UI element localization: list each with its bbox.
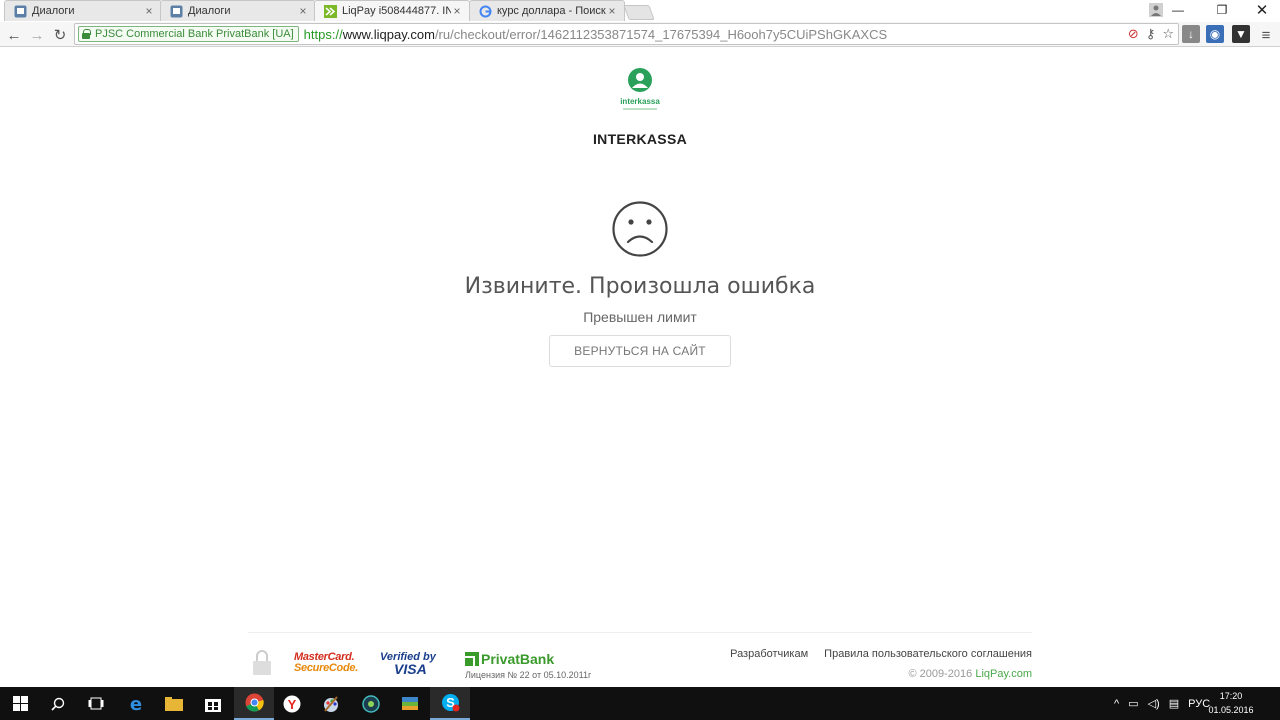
edge-browser-icon[interactable]: e bbox=[116, 687, 156, 720]
error-subtitle: Превышен лимит bbox=[583, 309, 697, 325]
padlock-icon bbox=[253, 650, 271, 675]
license-text: Лицензия № 22 от 05.10.2011г bbox=[465, 670, 592, 680]
task-view-icon[interactable] bbox=[76, 687, 116, 720]
svg-text:Y: Y bbox=[288, 697, 297, 712]
skype-icon[interactable]: S bbox=[430, 687, 470, 720]
paint-app-icon[interactable] bbox=[311, 687, 351, 720]
search-icon[interactable] bbox=[38, 687, 78, 720]
key-icon[interactable]: ⚷ bbox=[1146, 26, 1156, 42]
browser-tab[interactable]: курс доллара - Поиск в Google × bbox=[469, 0, 625, 21]
svg-text:e: e bbox=[130, 695, 142, 713]
error-title: Извините. Произошла ошибка bbox=[464, 274, 816, 299]
vbv-line2: VISA bbox=[394, 661, 427, 677]
ev-label: PJSC Commercial Bank PrivatBank [UA] bbox=[95, 28, 294, 40]
tab-title: LiqPay i508444877. INTERKASSA bbox=[342, 5, 451, 17]
privatbank-logo: PrivatBank Лицензия № 22 от 05.10.2011г bbox=[465, 651, 591, 680]
system-clock[interactable]: 17:20 01.05.2016 bbox=[1206, 689, 1256, 717]
tab-title: Диалоги bbox=[188, 5, 231, 17]
browser-tab[interactable]: Диалоги × bbox=[4, 0, 162, 21]
show-hidden-icons-icon[interactable]: ^ bbox=[1114, 698, 1119, 710]
lock-icon bbox=[82, 29, 91, 39]
privatbank-name: PrivatBank bbox=[481, 651, 555, 667]
tab-close-icon[interactable]: × bbox=[451, 4, 463, 18]
browser-tab[interactable]: Диалоги × bbox=[160, 0, 316, 21]
logo-text: interkassa bbox=[620, 97, 660, 106]
url-host: www.liqpay.com bbox=[342, 26, 435, 42]
browser-tab-active[interactable]: LiqPay i508444877. INTERKASSA × bbox=[314, 0, 470, 21]
windows-taskbar: e Y S ^ ▭ ◁) ▤ РУС 17:20 01.05.2016 bbox=[0, 687, 1280, 720]
menu-icon[interactable]: ≡ bbox=[1256, 25, 1276, 45]
bookmark-star-icon[interactable]: ☆ bbox=[1162, 26, 1174, 42]
extension-icon[interactable]: ◉ bbox=[1206, 25, 1224, 43]
clock-time: 17:20 bbox=[1219, 691, 1243, 701]
windows-start-icon[interactable] bbox=[0, 687, 40, 720]
mastercard-line2: SecureCode. bbox=[294, 662, 358, 674]
privatbank-mark-icon bbox=[465, 652, 479, 666]
app-stack-icon[interactable] bbox=[390, 687, 430, 720]
close-window-icon[interactable]: ✕ bbox=[1240, 0, 1280, 20]
vk-icon bbox=[13, 4, 27, 18]
yandex-browser-icon[interactable]: Y bbox=[272, 687, 312, 720]
tab-close-icon[interactable]: × bbox=[297, 4, 309, 18]
tab-title: курс доллара - Поиск в Google bbox=[497, 5, 606, 17]
url-path: /ru/checkout/error/1462112353871574_1767… bbox=[434, 26, 888, 42]
copyright-text: © 2009-2016 bbox=[908, 668, 976, 680]
vk-icon bbox=[169, 4, 183, 18]
url-scheme: https:// bbox=[303, 26, 343, 42]
sad-face-icon bbox=[612, 201, 668, 257]
browser-toolbar: ← → ↻ PJSC Commercial Bank PrivatBank [U… bbox=[0, 22, 1280, 47]
extension-icon[interactable]: ▼ bbox=[1232, 25, 1250, 43]
tab-close-icon[interactable]: × bbox=[606, 4, 618, 18]
battery-icon[interactable]: ▭ bbox=[1128, 697, 1138, 710]
new-tab-button[interactable] bbox=[623, 5, 655, 20]
liqpay-link[interactable]: LiqPay.com bbox=[975, 668, 1032, 680]
address-bar[interactable]: PJSC Commercial Bank PrivatBank [UA] htt… bbox=[74, 23, 1179, 45]
blocked-content-icon[interactable]: ⊘ bbox=[1128, 26, 1139, 42]
ev-certificate-badge[interactable]: PJSC Commercial Bank PrivatBank [UA] bbox=[78, 26, 299, 42]
restore-icon[interactable]: ❐ bbox=[1200, 0, 1244, 20]
copyright: © 2009-2016 LiqPay.com bbox=[909, 668, 1032, 680]
file-explorer-icon[interactable] bbox=[154, 687, 194, 720]
app-icon[interactable] bbox=[351, 687, 391, 720]
mastercard-securecode-logo: MasterCard. SecureCode. bbox=[294, 652, 358, 674]
liqpay-icon bbox=[323, 4, 337, 18]
reload-icon[interactable]: ↻ bbox=[50, 25, 70, 45]
interkassa-logo: interkassa bbox=[620, 68, 660, 110]
back-icon[interactable]: ← bbox=[4, 25, 24, 45]
minimize-icon[interactable]: — bbox=[1156, 0, 1200, 20]
tab-title: Диалоги bbox=[32, 5, 75, 17]
download-extension-icon[interactable]: ↓ bbox=[1182, 25, 1200, 43]
terms-link[interactable]: Правила пользовательского соглашения bbox=[824, 648, 1032, 660]
footer-divider bbox=[248, 632, 1032, 633]
tab-close-icon[interactable]: × bbox=[143, 4, 155, 18]
url-text[interactable]: https://www.liqpay.com/ru/checkout/error… bbox=[304, 27, 887, 42]
verified-by-visa-logo: Verified by VISA bbox=[380, 651, 436, 677]
google-icon bbox=[478, 4, 492, 18]
return-to-site-button[interactable]: ВЕРНУТЬСЯ НА САЙТ bbox=[549, 335, 731, 367]
clock-date: 01.05.2016 bbox=[1208, 705, 1254, 715]
checkout-error-page: interkassa INTERKASSA Извините. Произошл… bbox=[0, 48, 1280, 687]
forward-icon[interactable]: → bbox=[27, 25, 47, 45]
chrome-icon[interactable] bbox=[234, 687, 274, 720]
tab-strip: Диалоги × Диалоги × LiqPay i508444877. I… bbox=[0, 0, 1280, 22]
action-center-icon[interactable]: ▤ bbox=[1169, 697, 1179, 710]
developers-link[interactable]: Разработчикам bbox=[730, 648, 808, 660]
volume-icon[interactable]: ◁) bbox=[1148, 697, 1160, 710]
store-icon[interactable] bbox=[193, 687, 233, 720]
merchant-name: INTERKASSA bbox=[592, 131, 687, 147]
